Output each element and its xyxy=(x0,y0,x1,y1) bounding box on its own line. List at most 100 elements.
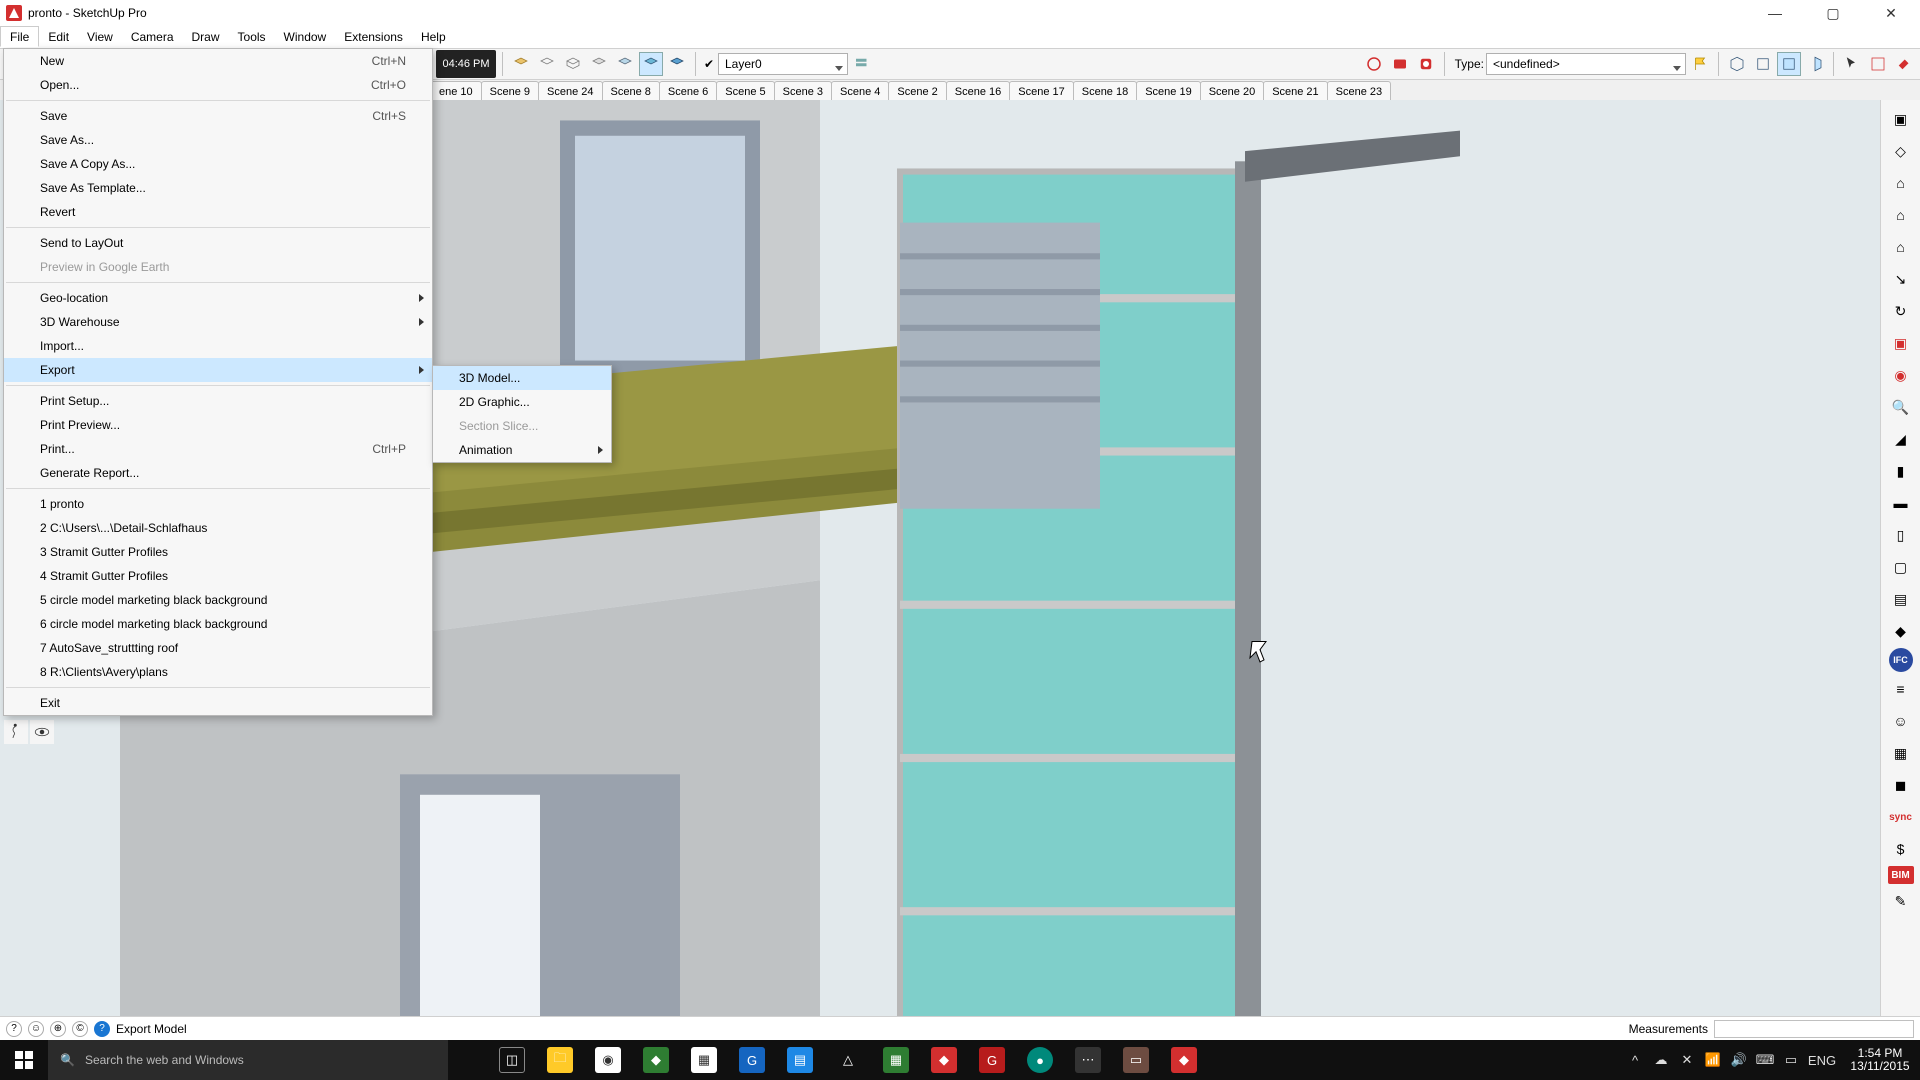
scene-tab[interactable]: Scene 23 xyxy=(1327,81,1391,101)
style-wire-icon[interactable] xyxy=(561,52,585,76)
home-fill-icon[interactable]: ⌂ xyxy=(1886,232,1916,262)
maximize-button[interactable]: ▢ xyxy=(1804,0,1862,26)
cube-outline-icon[interactable]: ◇ xyxy=(1886,136,1916,166)
export-submenu-item[interactable]: 3D Model... xyxy=(433,366,611,390)
scene-tab[interactable]: Scene 21 xyxy=(1263,81,1327,101)
explorer-button[interactable]: 🗀 xyxy=(536,1040,584,1080)
file-menu-item[interactable]: Print Preview... xyxy=(4,413,432,437)
minimize-button[interactable]: — xyxy=(1746,0,1804,26)
menu-window[interactable]: Window xyxy=(275,26,336,47)
menu-tools[interactable]: Tools xyxy=(229,26,275,47)
search-icon[interactable]: 🔍 xyxy=(1886,392,1916,422)
stair-icon[interactable]: ▤ xyxy=(1886,584,1916,614)
style-front-icon[interactable] xyxy=(509,52,533,76)
tray-overflow-icon[interactable]: ^ xyxy=(1622,1053,1648,1068)
tray-cloud-icon[interactable]: ☁ xyxy=(1648,1052,1674,1068)
scene-tab[interactable]: Scene 19 xyxy=(1136,81,1200,101)
solid-cube-icon[interactable]: ◼ xyxy=(1886,770,1916,800)
style-shaded-textures-icon[interactable] xyxy=(639,52,663,76)
file-menu-item[interactable]: 3 Stramit Gutter Profiles xyxy=(4,540,432,564)
scene-tab[interactable]: Scene 4 xyxy=(831,81,889,101)
taskview-button[interactable]: ◫ xyxy=(488,1040,536,1080)
walk-icon[interactable] xyxy=(4,720,28,744)
file-menu-item[interactable]: Revert xyxy=(4,200,432,224)
info-icon[interactable]: ? xyxy=(94,1021,110,1037)
help-icon[interactable]: ? xyxy=(6,1021,22,1037)
export-submenu-item[interactable]: 2D Graphic... xyxy=(433,390,611,414)
file-menu-item[interactable]: Exit xyxy=(4,691,432,715)
home-icon[interactable]: ⌂ xyxy=(1886,168,1916,198)
top-icon[interactable] xyxy=(1751,52,1775,76)
app-book-button[interactable]: ▭ xyxy=(1112,1040,1160,1080)
scene-tab[interactable]: ene 10 xyxy=(430,81,482,101)
menu-help[interactable]: Help xyxy=(412,26,455,47)
people-icon[interactable]: ☺ xyxy=(1886,706,1916,736)
tray-action-icon[interactable]: ▭ xyxy=(1778,1052,1804,1068)
look-icon[interactable] xyxy=(30,720,54,744)
scene-tab[interactable]: Scene 5 xyxy=(716,81,774,101)
dollar-icon[interactable]: $ xyxy=(1886,834,1916,864)
wall-icon[interactable]: ▮ xyxy=(1886,456,1916,486)
placeholder-icon[interactable]: ▣ xyxy=(1886,104,1916,134)
taskbar-search[interactable]: 🔍 Search the web and Windows xyxy=(48,1040,448,1080)
credits-icon[interactable]: © xyxy=(72,1021,88,1037)
file-menu-item[interactable]: Geo-location xyxy=(4,286,432,310)
chrome-button[interactable]: ◉ xyxy=(584,1040,632,1080)
scene-tab[interactable]: Scene 3 xyxy=(774,81,832,101)
file-menu-item[interactable]: 4 Stramit Gutter Profiles xyxy=(4,564,432,588)
layer-visible-checkbox[interactable]: ✔ xyxy=(702,57,716,71)
wedge-icon[interactable]: ◢ xyxy=(1886,424,1916,454)
scene-tab[interactable]: Scene 17 xyxy=(1009,81,1073,101)
plugin-red2-icon[interactable] xyxy=(1388,52,1412,76)
scene-tab[interactable]: Scene 2 xyxy=(888,81,946,101)
app-g-button[interactable]: G xyxy=(728,1040,776,1080)
file-menu-item[interactable]: Save As... xyxy=(4,128,432,152)
file-menu-item[interactable]: Generate Report... xyxy=(4,461,432,485)
sphere-red-icon[interactable]: ◉ xyxy=(1886,360,1916,390)
tray-tools-icon[interactable]: ✕ xyxy=(1674,1052,1700,1068)
start-button[interactable] xyxy=(0,1040,48,1080)
file-menu-item[interactable]: 3D Warehouse xyxy=(4,310,432,334)
app-grid-button[interactable]: ▦ xyxy=(680,1040,728,1080)
menu-file[interactable]: File xyxy=(0,26,39,47)
select-icon[interactable] xyxy=(1840,52,1864,76)
right-icon[interactable] xyxy=(1803,52,1827,76)
type-flag-icon[interactable] xyxy=(1688,52,1712,76)
file-menu-item[interactable]: 1 pronto xyxy=(4,492,432,516)
slab-icon[interactable]: ▬ xyxy=(1886,488,1916,518)
style-shaded-icon[interactable] xyxy=(613,52,637,76)
file-menu-item[interactable]: Print Setup... xyxy=(4,389,432,413)
file-menu-item[interactable]: Export xyxy=(4,358,432,382)
file-menu-item[interactable]: 6 circle model marketing black backgroun… xyxy=(4,612,432,636)
drive-button[interactable]: △ xyxy=(824,1040,872,1080)
file-menu-item[interactable]: Save A Copy As... xyxy=(4,152,432,176)
tray-lang[interactable]: ENG xyxy=(1804,1053,1840,1068)
app-g2-button[interactable]: G xyxy=(968,1040,1016,1080)
tray-keyboard-icon[interactable]: ⌨ xyxy=(1752,1052,1778,1068)
grid-icon[interactable]: ▦ xyxy=(1886,738,1916,768)
file-menu-item[interactable]: Print...Ctrl+P xyxy=(4,437,432,461)
export-submenu-item[interactable]: Animation xyxy=(433,438,611,462)
shadow-time-display[interactable]: 04:46 PM xyxy=(436,50,496,78)
sketchup-button[interactable]: ◆ xyxy=(920,1040,968,1080)
paint-icon[interactable] xyxy=(1892,52,1916,76)
file-menu-item[interactable]: 5 circle model marketing black backgroun… xyxy=(4,588,432,612)
measurements-input[interactable] xyxy=(1714,1020,1914,1038)
front-icon[interactable] xyxy=(1777,52,1801,76)
app-round-button[interactable]: ● xyxy=(1016,1040,1064,1080)
reload-icon[interactable]: ↻ xyxy=(1886,296,1916,326)
tray-volume-icon[interactable]: 🔊 xyxy=(1726,1052,1752,1068)
roof-icon[interactable]: ◆ xyxy=(1886,616,1916,646)
sheets-button[interactable]: ▦ xyxy=(872,1040,920,1080)
menu-camera[interactable]: Camera xyxy=(122,26,183,47)
file-menu-item[interactable]: Save As Template... xyxy=(4,176,432,200)
home-outline-icon[interactable]: ⌂ xyxy=(1886,200,1916,230)
scene-tab[interactable]: Scene 8 xyxy=(602,81,660,101)
type-combo[interactable]: <undefined> xyxy=(1486,53,1686,75)
window-icon[interactable]: ▢ xyxy=(1886,552,1916,582)
file-menu-item[interactable]: SaveCtrl+S xyxy=(4,104,432,128)
tray-clock[interactable]: 1:54 PM 13/11/2015 xyxy=(1840,1047,1920,1073)
scene-tab[interactable]: Scene 20 xyxy=(1200,81,1264,101)
close-button[interactable]: ✕ xyxy=(1862,0,1920,26)
layer-combo[interactable]: Layer0 xyxy=(718,53,848,75)
